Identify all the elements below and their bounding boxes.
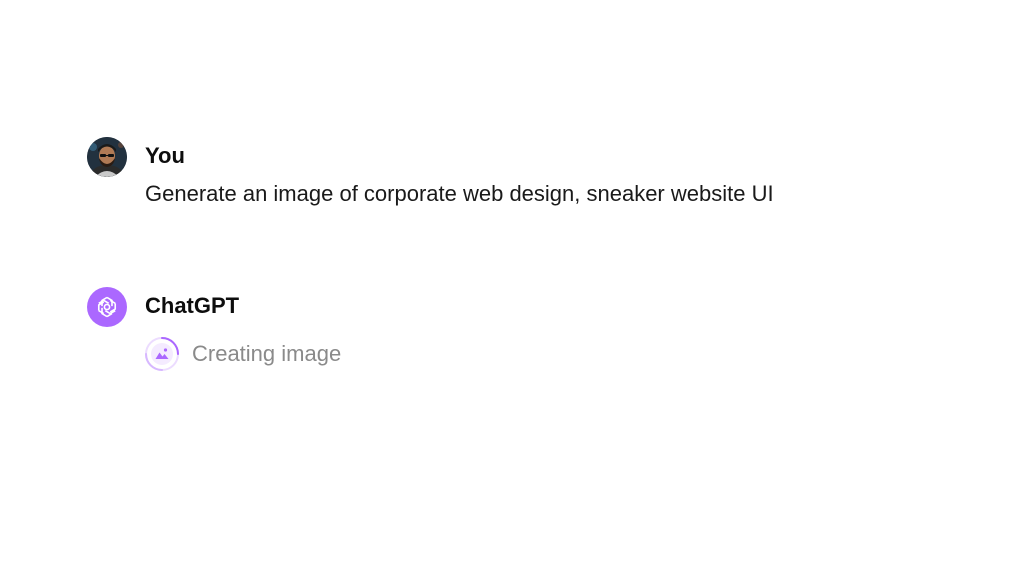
status-label: Creating image [192, 341, 342, 366]
user-photo-avatar [87, 137, 127, 177]
image-generation-status: Creating image [144, 336, 341, 372]
assistant-message-content: ChatGPT Creating image [145, 287, 341, 372]
image-generation-spinner-icon [145, 337, 179, 371]
user-avatar[interactable] [87, 137, 127, 177]
assistant-message: ChatGPT Creating image [87, 287, 341, 372]
user-message-text: Generate an image of corporate web desig… [145, 181, 774, 206]
user-message-content: You Generate an image of corporate web d… [145, 137, 774, 208]
assistant-author-name: ChatGPT [145, 293, 240, 318]
user-message: You Generate an image of corporate web d… [87, 137, 774, 208]
user-author-name: You [145, 143, 185, 168]
assistant-avatar [87, 287, 127, 327]
chat-page: You Generate an image of corporate web d… [0, 0, 1024, 576]
openai-logo-icon [97, 296, 117, 318]
